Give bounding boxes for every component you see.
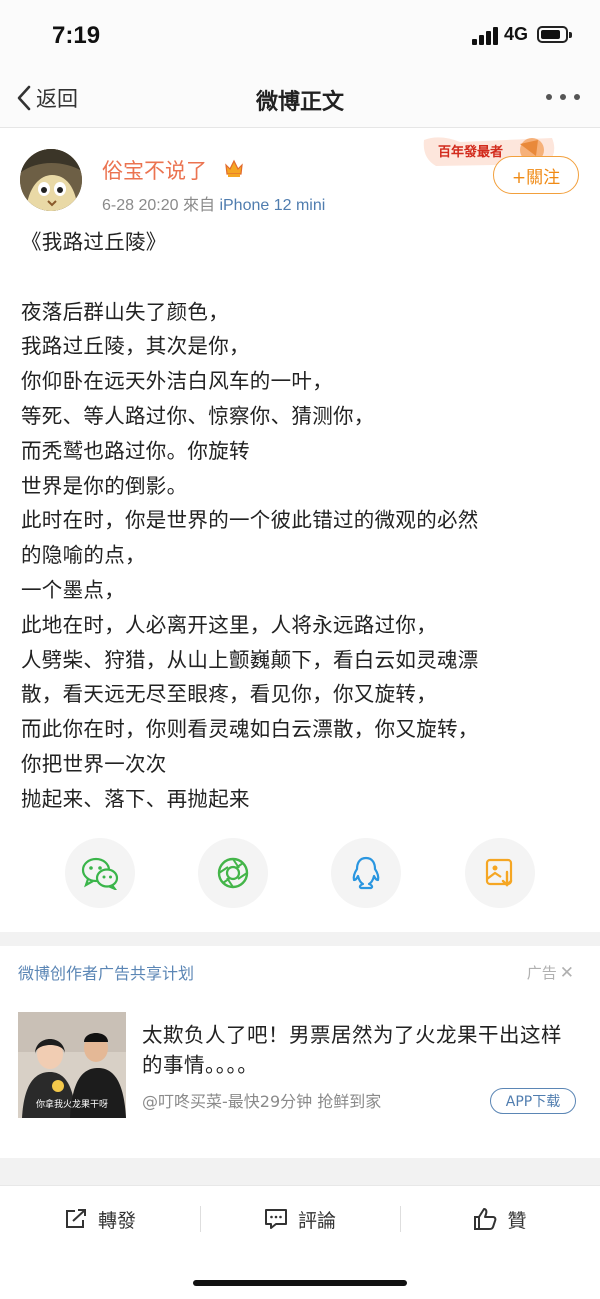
content-line: 等死、等人路过你、惊察你、猜测你， [21, 403, 375, 428]
network-type: 4G [504, 24, 529, 44]
content-line: 夜落后群山失了颜色， [21, 299, 229, 324]
post-content: 《我路过丘陵》夜落后群山失了颜色， 我路过丘陵，其次是你， 你仰卧在远天外洁白风车的… [21, 225, 586, 817]
content-line: 一个墨点， [21, 577, 125, 602]
thumbs-up-icon [474, 1208, 497, 1230]
post-header: 俗宝不说了 6-28 20:20 來自 iPhone 12 mini 百年發最者… [0, 129, 600, 219]
share-row [0, 838, 600, 910]
comment-label: 評論 [297, 1209, 336, 1232]
post-meta: 6-28 20:20 來自 iPhone 12 mini [102, 191, 325, 215]
poem-title: 《我路过丘陵》 [21, 230, 167, 254]
post-timestamp: 6-28 20:20 [102, 197, 179, 214]
save-image-icon [485, 858, 513, 887]
status-time: 7:19 [52, 22, 101, 49]
section-divider [0, 932, 600, 946]
section-divider-bottom [0, 1158, 600, 1185]
bottom-toolbar: 轉發 評論 贊 [0, 1185, 600, 1251]
page-title: 微博正文 [255, 90, 344, 115]
username[interactable]: 俗宝不说了 [102, 155, 207, 185]
more-options-icon[interactable] [546, 92, 580, 102]
content-line: 散，看天远无尽至眼疼，看见你，你又旋转， [21, 682, 437, 707]
like-label: 贊 [507, 1209, 527, 1232]
banner-text: 百年發最者 [438, 144, 503, 160]
close-icon[interactable]: ✕ [560, 963, 574, 983]
avatar[interactable] [20, 149, 82, 211]
repost-button[interactable]: 轉發 [0, 1186, 200, 1252]
content-line: 你把世界一次次 [21, 751, 167, 776]
ad-label-text: 广告 [526, 964, 557, 982]
content-line: 此时在时，你是世界的一个彼此错过的微观的必然 [21, 508, 479, 533]
content-line: 我路过丘陵，其次是你， [21, 334, 250, 359]
content-line: 而秃鹫也路过你。你旋转 [21, 438, 250, 463]
source-prefix: 來自 [182, 197, 215, 214]
qq-icon [352, 856, 380, 890]
repost-label: 轉發 [97, 1209, 136, 1232]
home-indicator [193, 1280, 407, 1286]
post-source[interactable]: iPhone 12 mini [219, 197, 325, 214]
battery-icon [537, 26, 572, 43]
share-wechat-button[interactable] [65, 838, 135, 908]
ad-source: @叮咚买菜-最快29分钟 抢鲜到家 [142, 1092, 382, 1111]
content-line: 此地在时，人必离开这里，人将永远路过你， [21, 612, 437, 637]
app-download-button[interactable]: APP下载 [490, 1088, 576, 1114]
content-line: 的隐喻的点， [21, 543, 146, 568]
ad-label: 广告 ✕ [527, 962, 574, 983]
ad-thumbnail[interactable]: 你拿我火龙果干呀 [18, 1012, 126, 1118]
ad-plan-link[interactable]: 微博创作者广告共享计划 [18, 960, 194, 984]
content-line: 人劈柴、狩猎，从山上颤巍颠下，看白云如灵魂漂 [21, 647, 479, 672]
moments-icon [217, 857, 249, 889]
like-button[interactable]: 贊 [400, 1186, 600, 1252]
content-line: 抛起来、落下、再抛起来 [21, 786, 250, 811]
comment-icon [264, 1209, 287, 1229]
repost-icon [65, 1209, 86, 1228]
comment-button[interactable]: 評論 [200, 1186, 400, 1252]
content-line: 而此你在时，你则看灵魂如白云漂散，你又旋转， [21, 717, 479, 742]
nav-bar: 返回 微博正文 [0, 70, 600, 128]
signal-icon [472, 27, 498, 45]
content-line: 世界是你的倒影。 [21, 473, 188, 498]
crown-badge-icon [225, 159, 243, 177]
ad-card[interactable]: 微博创作者广告共享计划 广告 ✕ 你拿我火龙果干呀 太欺负人了吧！男票居然为了火… [0, 946, 600, 1158]
follow-button[interactable]: +關注 [493, 156, 579, 194]
ad-thumbnail-caption: 你拿我火龙果干呀 [35, 1100, 108, 1110]
share-qq-button[interactable] [331, 838, 401, 908]
ad-headline[interactable]: 太欺负人了吧！男票居然为了火龙果干出这样的事情。。。。 [142, 1020, 582, 1080]
wechat-icon [81, 857, 119, 890]
save-image-button[interactable] [465, 838, 535, 908]
share-moments-button[interactable] [198, 838, 268, 908]
status-bar: 7:19 4G [0, 0, 600, 70]
content-line: 你仰卧在远天外洁白风车的一叶， [21, 369, 333, 394]
